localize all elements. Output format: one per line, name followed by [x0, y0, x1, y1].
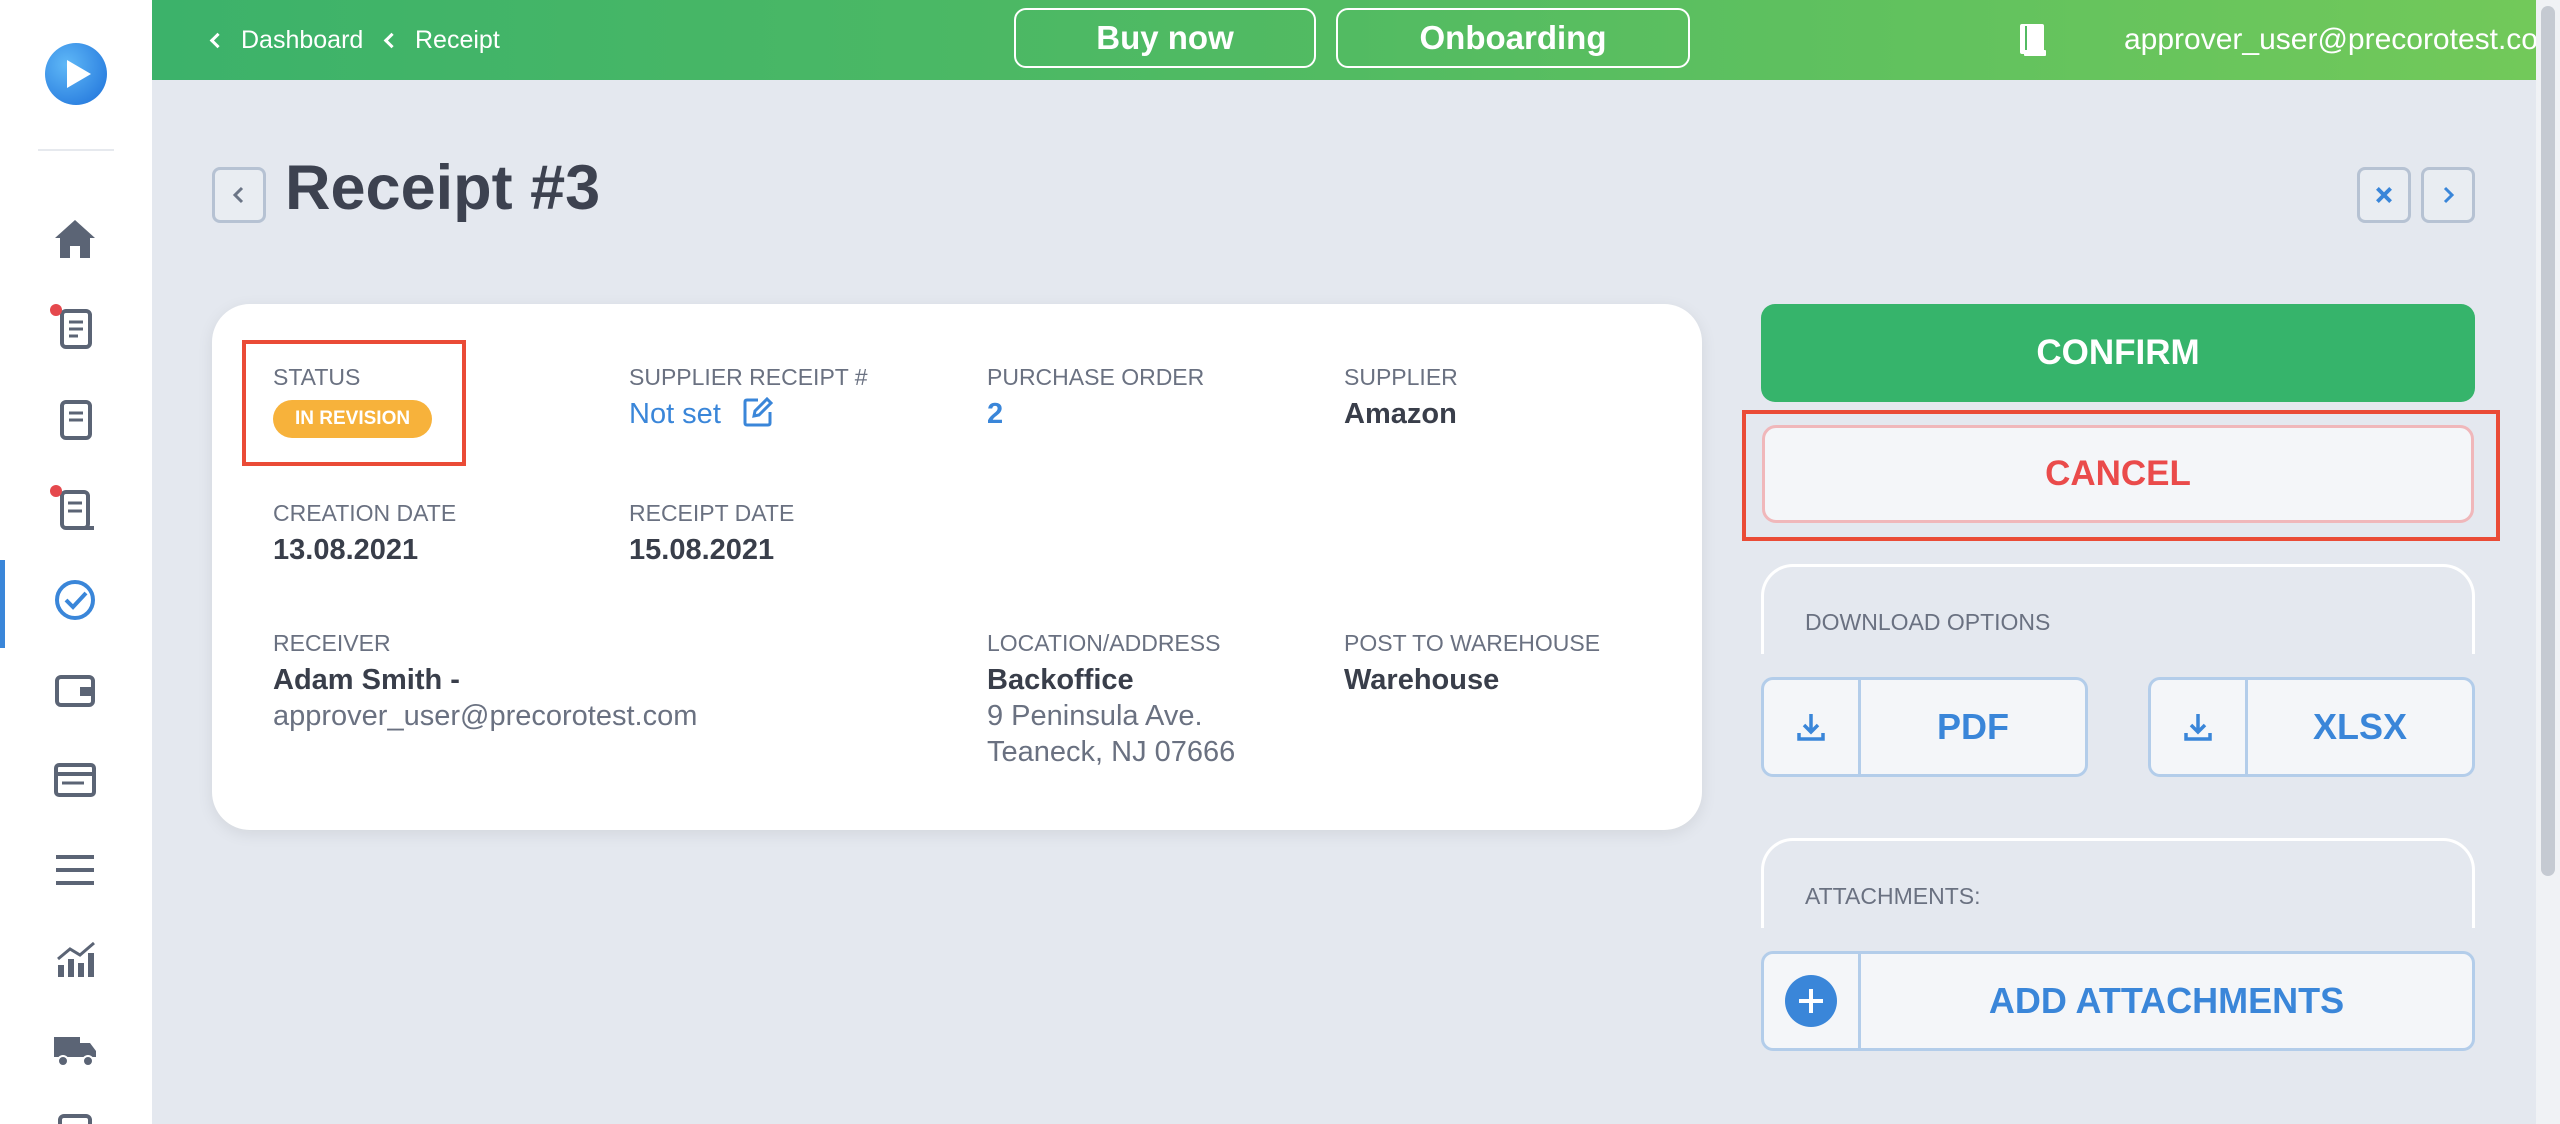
breadcrumb-receipt[interactable]: Receipt [383, 0, 500, 80]
breadcrumb-receipt-label: Receipt [415, 25, 500, 54]
supplier-receipt-value[interactable]: Not set [629, 398, 721, 431]
download-xlsx-button[interactable]: XLSX [2148, 677, 2475, 777]
download-pdf-button[interactable]: PDF [1761, 677, 2088, 777]
wallet-icon[interactable] [48, 663, 102, 717]
close-icon [2376, 187, 2392, 203]
breadcrumb-dashboard-label: Dashboard [241, 25, 364, 54]
purchase-order-label: PURCHASE ORDER [987, 364, 1205, 390]
more-nav-icon[interactable] [48, 1108, 102, 1124]
back-button[interactable] [212, 167, 266, 223]
download-icon [2151, 680, 2248, 774]
close-button[interactable] [2357, 167, 2411, 223]
active-nav-indicator [0, 560, 5, 648]
receiver-label: RECEIVER [273, 630, 391, 656]
cancel-highlight-box [1742, 410, 2500, 541]
page-title: Receipt #3 [285, 153, 601, 223]
onboarding-button[interactable]: Onboarding [1336, 8, 1690, 68]
book-icon[interactable] [2018, 22, 2048, 58]
card-icon[interactable] [48, 753, 102, 807]
chevron-left-icon [209, 32, 226, 48]
receiver-name: Adam Smith - [273, 664, 460, 696]
analytics-icon[interactable] [48, 933, 102, 987]
warehouse-value: Warehouse [1344, 664, 1500, 696]
receipt-date-value: 15.08.2021 [629, 534, 775, 566]
receiver-email: approver_user@precorotest.com [273, 700, 698, 732]
add-attachments-label: ADD ATTACHMENTS [1988, 980, 2345, 1021]
edit-icon[interactable] [742, 396, 774, 428]
supplier-label: SUPPLIER [1344, 364, 1458, 390]
menu-icon[interactable] [48, 843, 102, 897]
purchase-order-link[interactable]: 2 [987, 398, 1003, 431]
download-options-title: DOWNLOAD OPTIONS [1805, 609, 2051, 635]
sidebar-divider [38, 149, 114, 151]
location-address-line1: 9 Peninsula Ave. [987, 700, 1203, 732]
location-name: Backoffice [987, 664, 1134, 696]
next-button[interactable] [2421, 167, 2475, 223]
plus-circle-icon [1764, 954, 1861, 1048]
notification-dot [50, 304, 62, 316]
creation-date-label: CREATION DATE [273, 500, 457, 526]
location-label: LOCATION/ADDRESS [987, 630, 1221, 656]
creation-date-value: 13.08.2021 [273, 534, 419, 566]
attachments-title: ATTACHMENTS: [1805, 883, 1981, 909]
supplier-receipt-label: SUPPLIER RECEIPT # [629, 364, 868, 390]
user-menu[interactable]: approver_user@precorotest.com [2124, 0, 2560, 80]
invoices-icon[interactable] [48, 483, 102, 537]
purchase-orders-icon[interactable] [48, 393, 102, 447]
confirm-button[interactable]: CONFIRM [1761, 304, 2475, 402]
chevron-left-icon [383, 32, 400, 48]
receipt-date-label: RECEIPT DATE [629, 500, 795, 526]
requisitions-icon[interactable] [48, 302, 102, 356]
home-icon[interactable] [48, 212, 102, 266]
user-email: approver_user@precorotest.com [2124, 23, 2560, 56]
pdf-label: PDF [1937, 706, 2009, 747]
add-attachments-button[interactable]: ADD ATTACHMENTS [1761, 951, 2475, 1051]
download-icon [1764, 680, 1861, 774]
warehouse-label: POST TO WAREHOUSE [1344, 630, 1601, 656]
location-address-line2: Teaneck, NJ 07666 [987, 736, 1236, 768]
truck-icon[interactable] [48, 1023, 102, 1077]
chevron-left-icon [232, 186, 244, 204]
breadcrumb-dashboard[interactable]: Dashboard [209, 0, 364, 80]
sidebar [0, 0, 152, 1124]
top-header: Dashboard Receipt Buy now Onboarding app… [152, 0, 2560, 80]
scrollbar-thumb[interactable] [2541, 6, 2555, 876]
receipts-check-icon[interactable] [48, 573, 102, 627]
xlsx-label: XLSX [2312, 706, 2408, 747]
status-highlight-box [242, 340, 466, 466]
supplier-value: Amazon [1344, 398, 1457, 430]
chevron-right-icon [2443, 186, 2455, 204]
notification-dot [50, 485, 62, 497]
buy-now-button[interactable]: Buy now [1014, 8, 1316, 68]
app-logo[interactable] [45, 43, 107, 105]
